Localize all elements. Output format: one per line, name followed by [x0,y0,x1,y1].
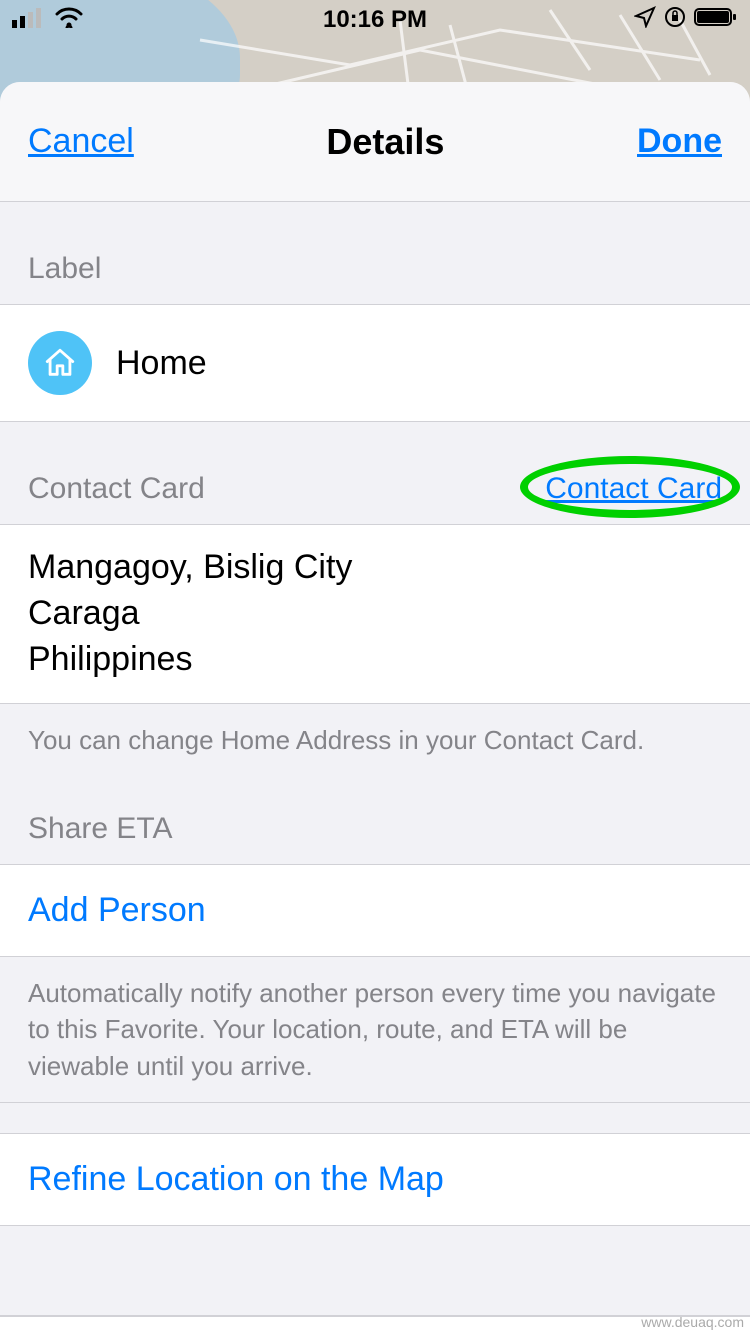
contact-card-footer: You can change Home Address in your Cont… [0,704,750,776]
cancel-button[interactable]: Cancel [28,122,134,161]
watermark: www.deuaq.com [641,1314,744,1330]
battery-icon [694,6,738,35]
share-eta-header-text: Share ETA [28,812,173,846]
address-line-2: Caraga [28,591,352,637]
add-person-button[interactable]: Add Person [0,864,750,957]
contact-card-section-header: Contact Card Contact Card [0,422,750,524]
nav-bar: Cancel Details Done [0,82,750,202]
refine-location-label: Refine Location on the Map [28,1160,444,1199]
label-section-header: Label [0,202,750,304]
address-row: Mangagoy, Bislig City Caraga Philippines [0,524,750,704]
home-icon [28,331,92,395]
add-person-label: Add Person [28,891,206,930]
wifi-icon [54,6,84,35]
nav-title: Details [326,121,444,163]
share-eta-footer: Automatically notify another person ever… [0,957,750,1102]
details-sheet: Cancel Details Done Label Home Contact C… [0,82,750,1334]
label-header-text: Label [28,252,101,286]
refine-location-button[interactable]: Refine Location on the Map [0,1133,750,1226]
address-line-3: Philippines [28,637,352,683]
location-icon [634,6,656,35]
label-row[interactable]: Home [0,304,750,422]
status-bar: 10:16 PM [0,0,750,40]
done-button[interactable]: Done [637,122,722,161]
contact-card-link[interactable]: Contact Card [545,472,722,506]
share-eta-section-header: Share ETA [0,776,750,864]
remove-favorite-button[interactable]: Remove Favorite [0,1316,750,1334]
status-time: 10:16 PM [323,6,427,34]
empty-row [0,1226,750,1316]
address-line-1: Mangagoy, Bislig City [28,545,352,591]
orientation-lock-icon [664,6,686,35]
cellular-icon [12,6,46,35]
label-value: Home [116,344,207,383]
contact-header-text: Contact Card [28,472,205,506]
